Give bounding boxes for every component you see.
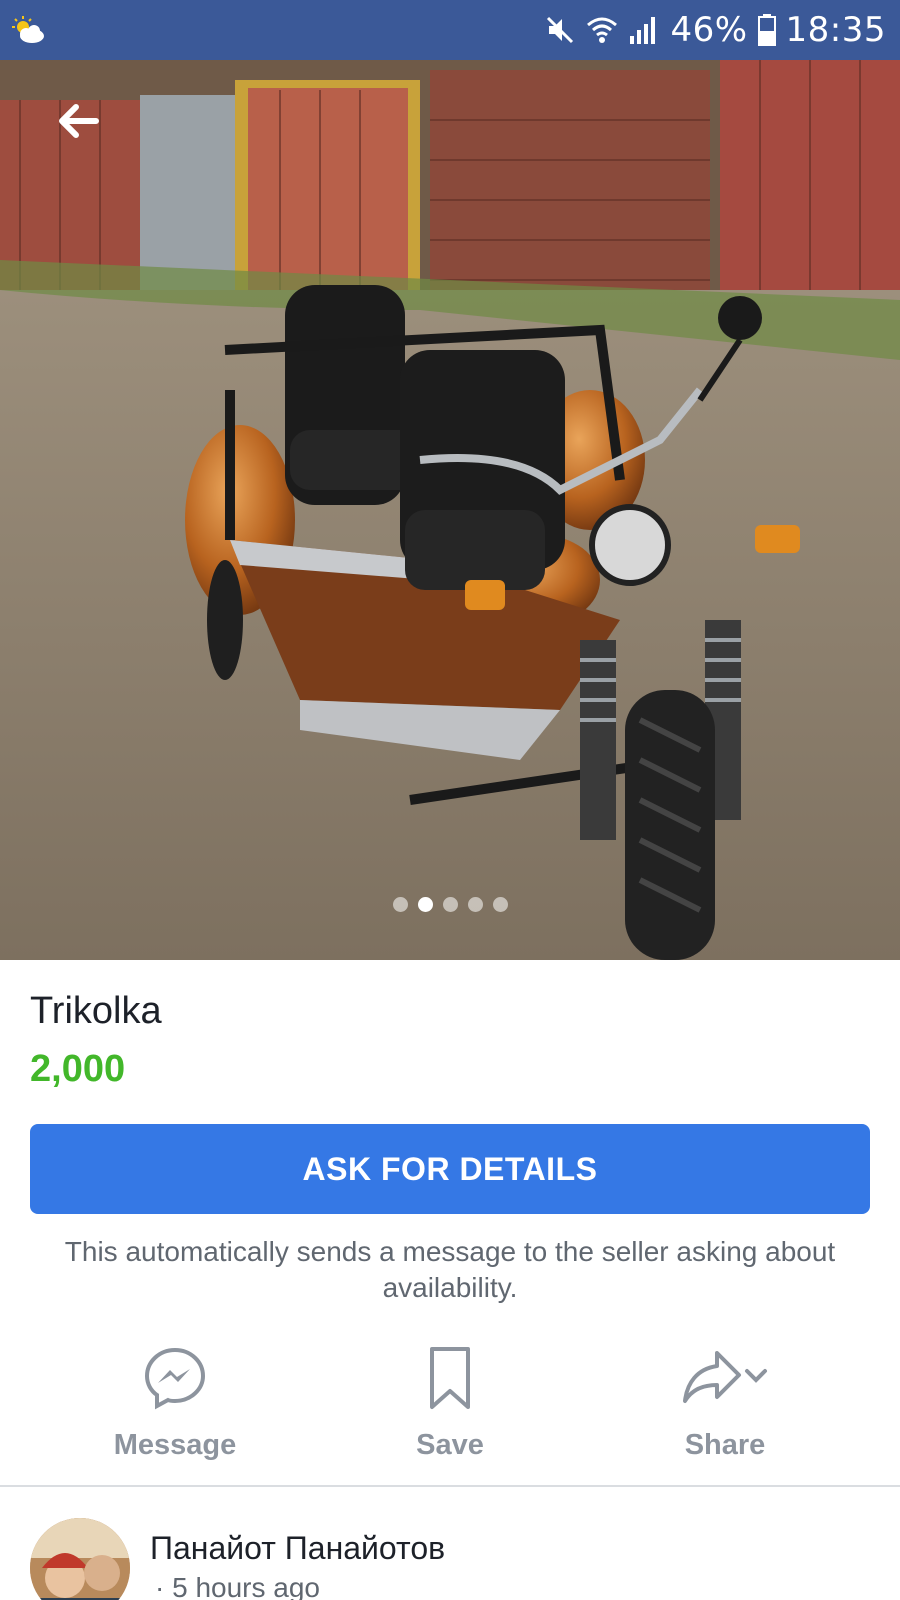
message-label: Message bbox=[113, 1429, 237, 1461]
seller-name[interactable]: Панайот Панайотов bbox=[150, 1530, 445, 1567]
battery-icon bbox=[757, 14, 776, 46]
product-photo[interactable] bbox=[0, 60, 900, 960]
back-button[interactable] bbox=[52, 94, 106, 148]
wifi-icon bbox=[586, 14, 618, 46]
messenger-icon bbox=[144, 1347, 206, 1410]
mute-icon bbox=[544, 14, 576, 46]
carousel-dot[interactable] bbox=[392, 897, 408, 912]
battery-percent: 46% bbox=[670, 10, 748, 50]
status-bar: 46% 18:35 bbox=[0, 0, 900, 60]
share-label: Share bbox=[684, 1429, 766, 1461]
listing-time: · 5 hours ago bbox=[155, 1572, 320, 1600]
ask-for-details-button[interactable]: ASK FOR DETAILS bbox=[30, 1124, 870, 1214]
share-button[interactable]: Share bbox=[625, 1345, 825, 1462]
trike-photo-image bbox=[0, 60, 900, 960]
share-icon bbox=[683, 1351, 741, 1403]
listing-price: 2,000 bbox=[30, 1048, 126, 1090]
listing-title: Trikolka bbox=[30, 990, 162, 1032]
carousel-dots[interactable] bbox=[0, 897, 900, 912]
signal-icon bbox=[628, 14, 660, 46]
save-button[interactable]: Save bbox=[350, 1345, 550, 1462]
carousel-dot[interactable] bbox=[467, 897, 483, 912]
clock: 18:35 bbox=[785, 10, 886, 50]
arrow-left-icon bbox=[59, 104, 99, 138]
carousel-dot[interactable] bbox=[492, 897, 508, 912]
partly-cloudy-icon bbox=[12, 16, 46, 44]
bookmark-icon bbox=[430, 1347, 470, 1409]
carousel-dot[interactable] bbox=[417, 897, 433, 912]
save-label: Save bbox=[416, 1429, 484, 1461]
helper-text: This automatically sends a message to th… bbox=[64, 1236, 836, 1303]
message-button[interactable]: Message bbox=[75, 1345, 275, 1462]
avatar[interactable] bbox=[30, 1518, 130, 1600]
seller-avatar-image bbox=[30, 1518, 130, 1600]
chevron-down-icon bbox=[745, 1369, 767, 1383]
action-row: Message Save Share bbox=[0, 1345, 900, 1462]
divider bbox=[0, 1485, 900, 1487]
carousel-dot[interactable] bbox=[442, 897, 458, 912]
